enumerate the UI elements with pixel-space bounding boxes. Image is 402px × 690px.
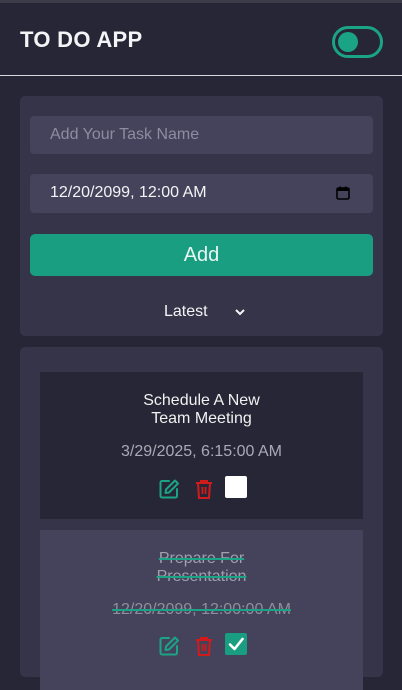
sort-selected-value: Latest — [164, 303, 208, 320]
edit-icon[interactable] — [158, 478, 180, 500]
task-actions — [158, 476, 248, 500]
task-name-line: Schedule A New — [143, 392, 260, 409]
sort-select[interactable]: Latest — [160, 300, 250, 324]
toggle-knob — [338, 32, 358, 52]
complete-checkbox[interactable] — [225, 476, 247, 498]
trash-icon[interactable] — [194, 636, 214, 656]
add-button[interactable]: Add — [30, 234, 373, 276]
task-name-line: Presentation — [156, 568, 247, 585]
checkmark-icon — [228, 637, 244, 651]
app-title: TO DO APP — [20, 27, 143, 52]
task-actions — [158, 633, 248, 657]
calendar-icon[interactable] — [336, 186, 350, 200]
task-name: Prepare For Presentation — [40, 550, 363, 586]
complete-checkbox[interactable] — [225, 633, 247, 655]
task-name-line: Team Meeting — [151, 410, 252, 427]
task-item: Schedule A New Team Meeting 3/29/2025, 6… — [40, 372, 363, 519]
task-name-line: Prepare For — [158, 550, 245, 567]
task-name: Schedule A New Team Meeting — [40, 392, 363, 428]
task-list: Schedule A New Team Meeting 3/29/2025, 6… — [20, 347, 383, 690]
chevron-down-icon — [235, 309, 245, 316]
task-date: 3/29/2025, 6:15:00 AM — [120, 443, 282, 460]
theme-toggle[interactable] — [332, 26, 383, 58]
due-date-input[interactable]: 12/20/2099, 12:00 AM — [30, 174, 373, 213]
task-item: Prepare For Presentation 12/20/2099, 12:… — [40, 530, 363, 690]
add-task-form: 12/20/2099, 12:00 AM Add Latest — [20, 96, 383, 336]
app-header: TO DO APP — [0, 0, 402, 76]
trash-icon[interactable] — [194, 479, 214, 499]
due-date-value: 12/20/2099, 12:00 AM — [50, 184, 207, 201]
task-date: 12/20/2099, 12:00:00 AM — [112, 601, 291, 618]
edit-icon[interactable] — [158, 635, 180, 657]
task-name-input[interactable] — [30, 116, 373, 154]
